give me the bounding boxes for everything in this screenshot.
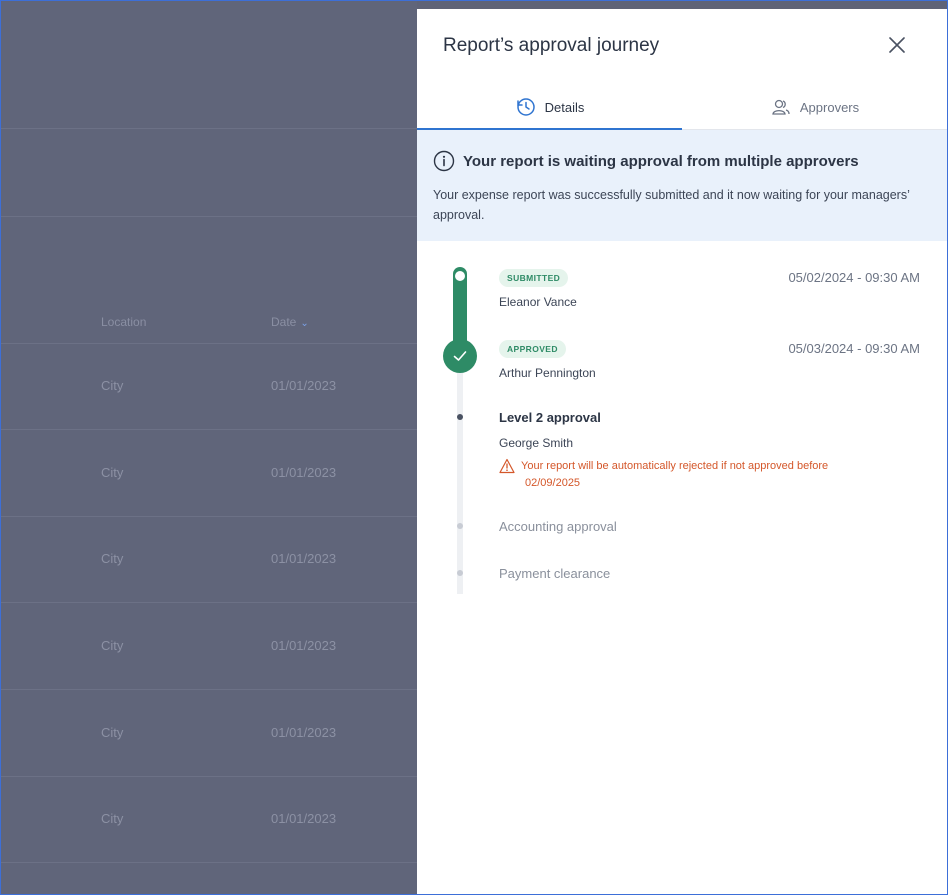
payment-clearance-step: Payment clearance [499, 566, 611, 581]
divider [1, 602, 417, 603]
warning-icon [499, 458, 515, 474]
approved-check-marker [443, 339, 477, 373]
tab-approvers[interactable]: Approvers [682, 85, 947, 129]
info-banner-title-text: Your report is waiting approval from mul… [463, 152, 859, 170]
submitted-by: Eleanor Vance [499, 295, 577, 309]
info-banner: Your report is waiting approval from mul… [417, 130, 947, 241]
users-icon [772, 99, 790, 115]
status-badge-approved: APPROVED [499, 340, 566, 358]
divider [1, 516, 417, 517]
rejection-warning-line2: 02/09/2025 [525, 477, 581, 489]
approved-date: 05/03/2024 - 09:30 AM [788, 341, 920, 356]
timeline-dot-current [457, 414, 463, 420]
table-cell-date: 01/01/2023 [271, 638, 337, 653]
tab-details-label: Details [544, 99, 585, 115]
divider [1, 776, 417, 777]
app-frame: Location Date ⌄ City 01/01/2023 City 01/0… [0, 0, 948, 895]
table-cell-location: City [101, 551, 124, 566]
column-header-location[interactable]: Location [101, 315, 146, 329]
tab-approvers-label: Approvers [799, 99, 860, 115]
column-header-date[interactable]: Date ⌄ [271, 315, 309, 329]
table-cell-date: 01/01/2023 [271, 378, 337, 393]
rejection-warning-text: Your report will be automatically reject… [521, 458, 828, 492]
table-cell-location: City [101, 378, 124, 393]
rejection-warning: Your report will be automatically reject… [499, 458, 899, 492]
panel-title: Report’s approval journey [443, 35, 660, 56]
table-cell-date: 01/01/2023 [271, 465, 337, 480]
info-icon [433, 150, 455, 172]
approved-by: Arthur Pennington [499, 366, 596, 380]
history-icon [516, 98, 535, 116]
timeline-dot-pending [457, 523, 463, 529]
submitted-date: 05/02/2024 - 09:30 AM [788, 270, 920, 285]
close-icon [889, 37, 905, 53]
status-badge-submitted: SUBMITTED [499, 269, 569, 287]
level2-approval-title: Level 2 approval [499, 410, 601, 425]
table-cell-location: City [101, 811, 124, 826]
timeline-track [457, 359, 463, 594]
divider [1, 862, 417, 863]
divider [1, 128, 417, 129]
accounting-approval-step: Accounting approval [499, 519, 617, 534]
table-cell-date: 01/01/2023 [271, 811, 337, 826]
column-header-date-label: Date [271, 315, 297, 329]
background-page: Location Date ⌄ City 01/01/2023 City 01/0… [1, 1, 417, 894]
divider [1, 216, 417, 217]
timeline-start-dot [455, 271, 465, 281]
table-cell-location: City [101, 725, 124, 740]
rejection-warning-line1: Your report will be automatically reject… [521, 460, 829, 472]
tab-bar: Details Approvers [417, 85, 947, 130]
table-cell-location: City [101, 638, 124, 653]
tab-details[interactable]: Details [417, 85, 682, 130]
divider [1, 429, 417, 430]
table-cell-location: City [101, 465, 124, 480]
info-banner-text: Your expense report was successfully sub… [433, 188, 910, 222]
divider [1, 343, 417, 344]
table-cell-date: 01/01/2023 [271, 725, 337, 740]
chevron-down-icon: ⌄ [300, 318, 309, 329]
divider [1, 689, 417, 690]
check-icon [453, 351, 467, 361]
close-button[interactable] [883, 31, 911, 59]
info-banner-title: Your report is waiting approval from mul… [433, 150, 859, 172]
timeline-dot-pending [457, 570, 463, 576]
approval-journey-panel: Report’s approval journey Details Approv… [417, 9, 947, 894]
table-cell-date: 01/01/2023 [271, 551, 337, 566]
level2-approver: George Smith [499, 436, 574, 450]
